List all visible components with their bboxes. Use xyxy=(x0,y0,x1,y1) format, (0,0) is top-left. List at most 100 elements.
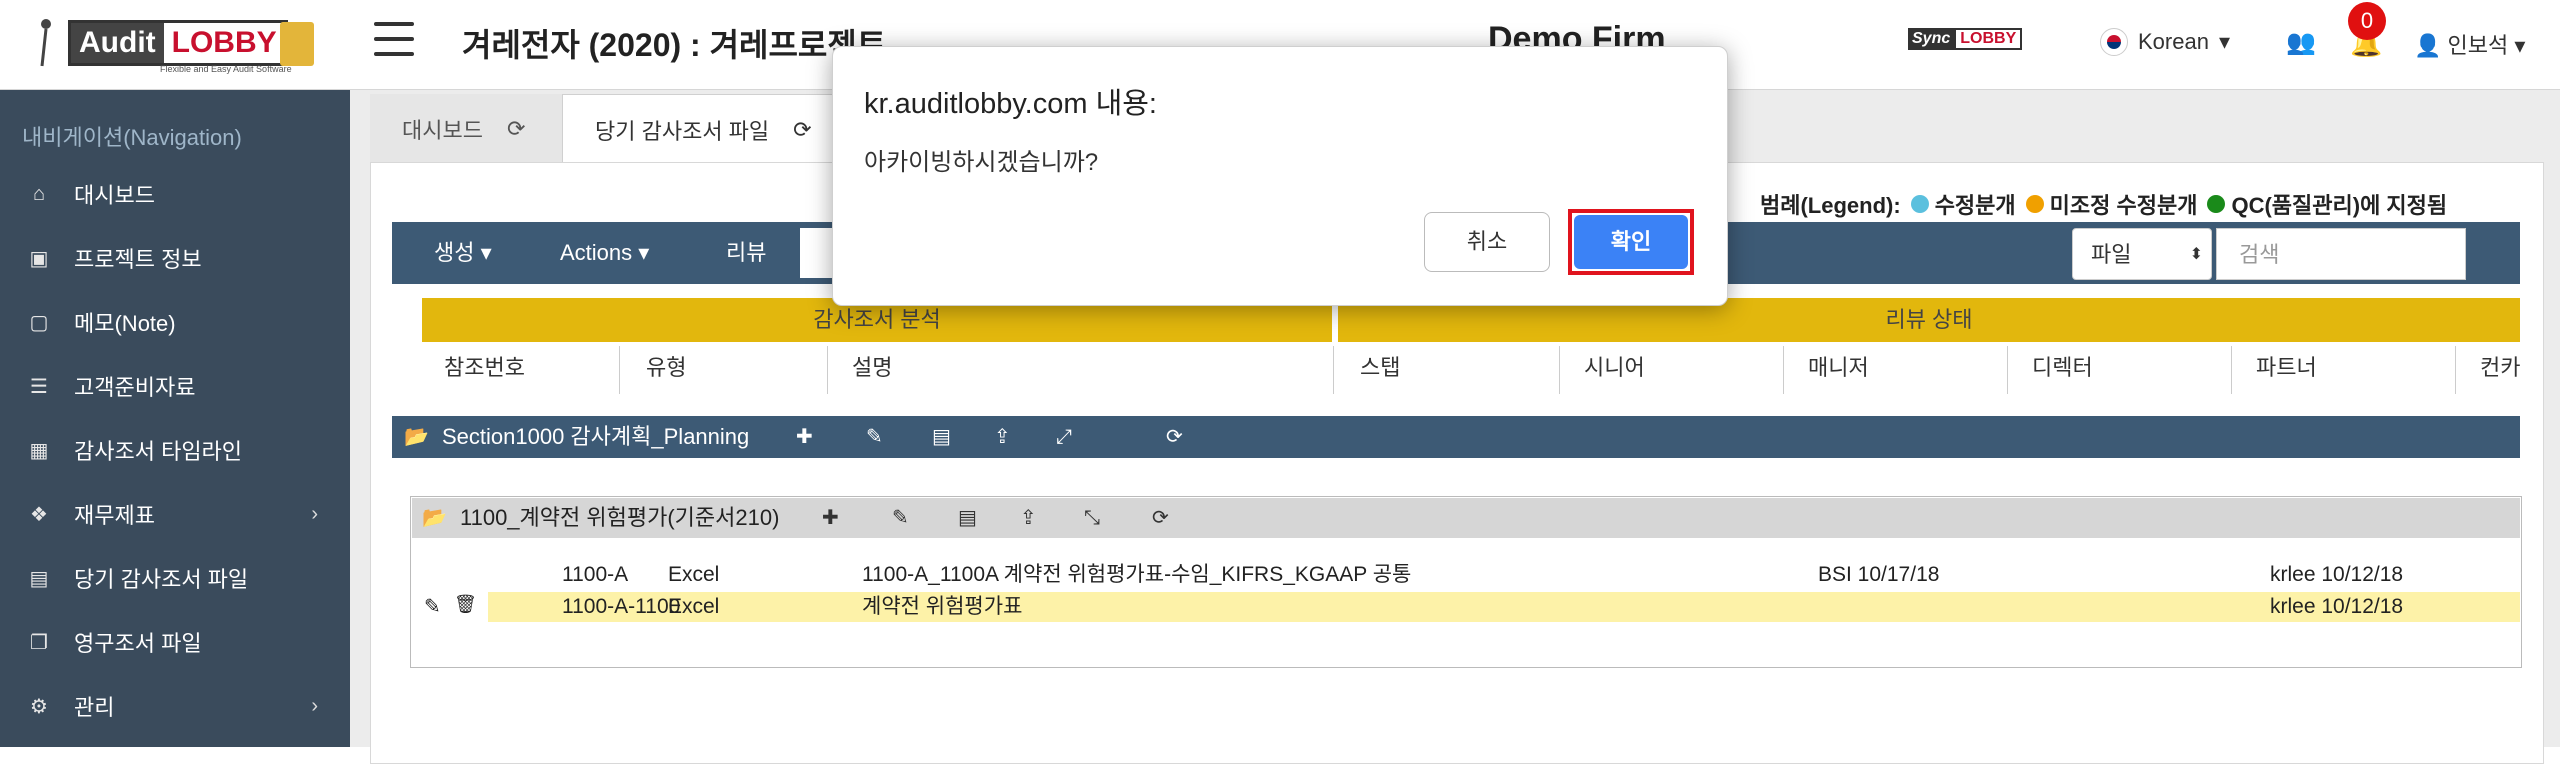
sidebar-title: 내비게이션(Navigation) xyxy=(22,125,242,150)
users-icon[interactable]: 👥 xyxy=(2286,28,2316,57)
sidebar-item-label: 당기 감사조서 파일 xyxy=(74,567,249,592)
column-header-type[interactable]: 유형 xyxy=(624,346,828,394)
refresh-icon[interactable]: ⟳ xyxy=(793,117,811,143)
file-icon[interactable]: ▤ xyxy=(958,498,977,538)
ok-button[interactable]: 확인 xyxy=(1574,215,1688,269)
cell-desc: 계약전 위험평가표 xyxy=(862,595,1023,618)
cell-ref: 1100-A-1100 xyxy=(562,595,681,618)
chevron-right-icon: › xyxy=(311,694,318,717)
expand-icon[interactable]: ⤢ xyxy=(1056,416,1072,458)
refresh-icon[interactable]: ⟳ xyxy=(507,116,525,142)
select-arrows-icon: ⬍ xyxy=(2189,246,2203,263)
sync-lobby-button[interactable]: Sync LOBBY xyxy=(1908,28,2023,50)
sidebar-item-client-docs[interactable]: ☰ 고객준비자료 xyxy=(0,354,350,418)
create-menu-button[interactable]: 생성 ▾ xyxy=(434,222,492,284)
logo-lobby-text: LOBBY xyxy=(163,23,285,63)
actions-menu-button[interactable]: Actions ▾ xyxy=(560,222,649,284)
sidebar-item-label: 관리 xyxy=(74,695,115,720)
cell-desc: 1100-A_1100A 계약전 위험평가표-수임_KIFRS_KGAAP 공통 xyxy=(862,563,1412,586)
legend-dot xyxy=(2207,195,2226,213)
column-header-partner[interactable]: 파트너 xyxy=(2234,346,2456,394)
legend-dot xyxy=(2025,195,2044,213)
cell-partner: krlee 10/12/18 xyxy=(2270,563,2404,586)
sidebar-item-financials[interactable]: ❖ 재무제표 › xyxy=(0,482,350,546)
tab-current-files[interactable]: 당기 감사조서 파일⟳✖ xyxy=(562,94,862,164)
column-header-manager[interactable]: 매니저 xyxy=(1786,346,2008,394)
legend: 범례(Legend): 수정분개 미조정 수정분개 QC(품질관리)에 지정됨 xyxy=(1760,188,2447,220)
gear-icon: ⚙ xyxy=(30,695,48,718)
sidebar-item-label: 영구조서 파일 xyxy=(74,631,202,656)
column-header-director[interactable]: 디렉터 xyxy=(2010,346,2232,394)
caret-down-icon: ▾ xyxy=(2514,33,2526,58)
column-header-extra[interactable]: 컨카 xyxy=(2458,346,2520,394)
caret-down-icon: ▾ xyxy=(638,240,650,265)
cubes-icon: ❖ xyxy=(30,503,48,526)
legend-item-adjustment: 수정분개 xyxy=(1910,188,2016,220)
search-input[interactable]: 검색 xyxy=(2216,228,2466,280)
refresh-icon[interactable]: ⟳ xyxy=(1166,416,1183,458)
share-icon[interactable]: ⇪ xyxy=(994,416,1011,458)
legend-label: QC(품질관리)에 지정됨 xyxy=(2231,193,2448,218)
subsection-title: 1100_계약전 위험평가(기준서210) xyxy=(460,505,780,530)
language-selector[interactable]: Korean ▾ xyxy=(2100,28,2230,56)
home-icon: ⌂ xyxy=(32,182,46,205)
pencil-icon[interactable]: ✎ xyxy=(866,416,883,458)
caret-down-icon: ▾ xyxy=(2218,29,2230,54)
select-value: 파일 xyxy=(2091,242,2132,267)
subsection-bar: 📂 1100_계약전 위험평가(기준서210) ✚ ✎ ▤ ⇪ ⤡ ⟳ xyxy=(412,498,2520,538)
sync-lobby-text: LOBBY xyxy=(1954,28,2023,50)
sidebar-item-label: 메모(Note) xyxy=(74,311,176,336)
sidebar-item-note[interactable]: ▢ 메모(Note) xyxy=(0,290,350,354)
tab-dashboard[interactable]: 대시보드 ⟳ xyxy=(370,94,562,164)
refresh-icon[interactable]: ⟳ xyxy=(1152,498,1169,538)
pencil-icon[interactable]: ✎ xyxy=(892,498,909,538)
sidebar-item-permanent-files[interactable]: ❐ 영구조서 파일 xyxy=(0,610,350,674)
sidebar-item-timeline[interactable]: ▦ 감사조서 타임라인 xyxy=(0,418,350,482)
create-label: 생성 xyxy=(434,240,475,265)
review-button[interactable]: 리뷰 xyxy=(726,222,766,284)
table-row[interactable]: 1100-A Excel 1100-A_1100A 계약전 위험평가표-수임_K… xyxy=(412,560,2520,590)
sidebar-item-dashboard[interactable]: ⌂ 대시보드 xyxy=(0,162,350,226)
project-title: 겨레전자 (2020) : 겨레프로젝트 xyxy=(462,27,887,63)
clone-icon: ❐ xyxy=(30,631,48,654)
column-header-staff[interactable]: 스탭 xyxy=(1338,346,1560,394)
list-icon: ☰ xyxy=(30,375,48,398)
plus-icon[interactable]: ✚ xyxy=(796,416,813,458)
menu-toggle-icon[interactable] xyxy=(374,22,414,56)
sidebar-item-project-info[interactable]: ▣ 프로젝트 정보 xyxy=(0,226,350,290)
notification-badge: 0 xyxy=(2348,2,2386,40)
logo-tagline: Flexible and Easy Audit Software xyxy=(160,64,292,74)
cell-manager: BSI 10/17/18 xyxy=(1818,563,1940,586)
folder-open-icon: 📂 xyxy=(404,426,429,448)
sidebar-item-current-files[interactable]: ▤ 당기 감사조서 파일 xyxy=(0,546,350,610)
share-icon[interactable]: ⇪ xyxy=(1020,498,1037,538)
logo-audit-text: Audit xyxy=(71,23,164,63)
cell-type: Excel xyxy=(668,563,720,586)
pencil-icon[interactable]: ✎ xyxy=(424,594,441,619)
search-type-select[interactable]: 파일 ⬍ xyxy=(2072,228,2212,280)
sidebar-item-label: 프로젝트 정보 xyxy=(74,247,202,272)
section-bar: 📂 Section1000 감사계획_Planning ✚ ✎ ▤ ⇪ ⤢ ⟳ xyxy=(392,416,2520,458)
sidebar-item-label: 고객준비자료 xyxy=(74,375,196,400)
trash-icon[interactable]: 🗑 xyxy=(454,594,477,615)
table-row-selected[interactable]: 1100-A-1100 Excel 계약전 위험평가표 krlee 10/12/… xyxy=(488,592,2520,622)
app-logo[interactable]: Audit LOBBY xyxy=(68,20,288,66)
user-name: 인보석 xyxy=(2447,33,2509,58)
user-icon: 👤 xyxy=(2414,33,2442,58)
user-menu[interactable]: 👤 인보석 ▾ xyxy=(2414,28,2525,60)
column-header-ref[interactable]: 참조번호 xyxy=(422,346,620,394)
sidebar-item-admin[interactable]: ⚙ 관리 › xyxy=(0,674,350,738)
compress-icon[interactable]: ⤡ xyxy=(1084,498,1100,538)
cell-partner: krlee 10/12/18 xyxy=(2270,595,2404,618)
plus-icon[interactable]: ✚ xyxy=(822,498,839,538)
column-header-desc[interactable]: 설명 xyxy=(830,346,1334,394)
cell-ref: 1100-A xyxy=(562,563,629,586)
calendar-icon: ▦ xyxy=(29,439,49,462)
korea-flag-icon xyxy=(2100,28,2128,56)
column-header-senior[interactable]: 시니어 xyxy=(1562,346,1784,394)
dialog-title: kr.auditlobby.com 내용: xyxy=(864,88,1157,120)
cancel-button[interactable]: 취소 xyxy=(1424,212,1550,272)
legend-item-unadjusted: 미조정 수정분개 xyxy=(2025,188,2197,220)
file-icon[interactable]: ▤ xyxy=(932,416,951,458)
file-icon: ▤ xyxy=(29,567,49,590)
